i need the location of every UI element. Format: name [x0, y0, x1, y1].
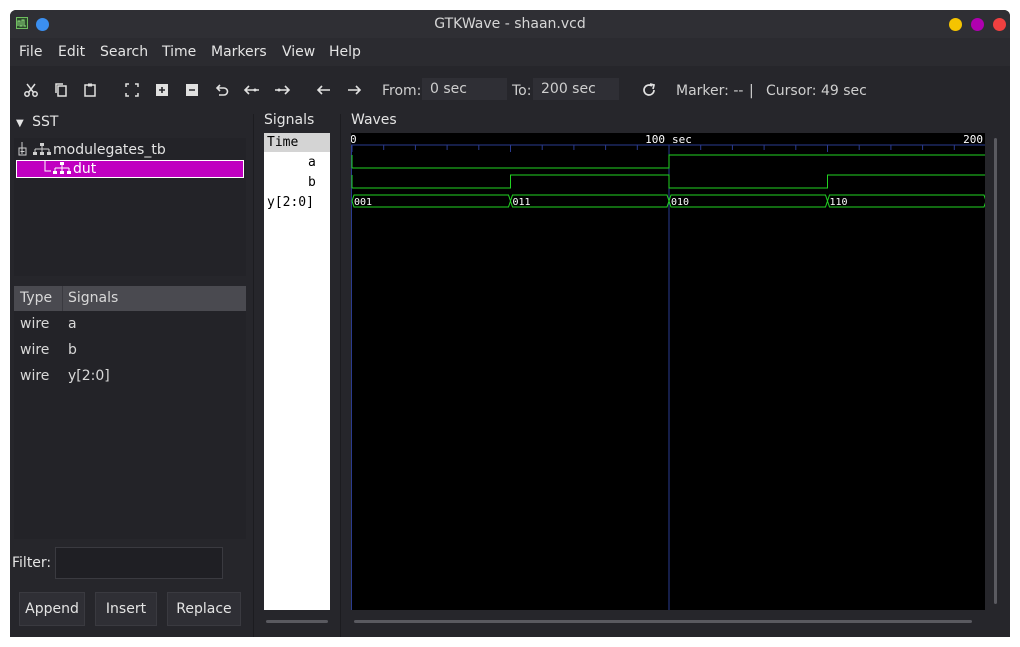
menu-view[interactable]: View	[282, 44, 315, 60]
waveform-canvas[interactable]: 0 100 sec 200 001 011 010 110	[350, 133, 987, 610]
minimize-button[interactable]	[949, 18, 962, 31]
arrow-right-icon[interactable]	[346, 82, 362, 98]
table-header: Type Signals	[14, 286, 246, 311]
bus-value-label: 001	[354, 197, 372, 208]
signals-pane-title: Signals	[264, 112, 315, 128]
bus-segment	[351, 194, 512, 208]
row-type: wire	[20, 316, 50, 332]
zoom-fit-icon[interactable]	[124, 82, 140, 98]
filter-label: Filter:	[12, 555, 52, 571]
zoom-to-start-icon[interactable]	[243, 82, 259, 98]
to-input[interactable]: 200 sec	[533, 78, 619, 100]
trace-b	[352, 174, 986, 189]
signal-name-b[interactable]: b	[308, 175, 316, 190]
sst-tree: modulegates_tb dut	[14, 138, 246, 276]
ruler-label: 100	[645, 133, 665, 146]
undo-icon[interactable]	[214, 82, 230, 98]
signal-type-table: Type Signals wire a wire b wire y[2:0]	[14, 286, 246, 539]
app-window: GTKWave - shaan.vcd File Edit Search Tim…	[10, 10, 1010, 637]
menu-bar: File Edit Search Time Markers View Help	[10, 38, 1010, 66]
sst-expander[interactable]: ▼ SST	[16, 114, 58, 130]
tree-item-label: modulegates_tb	[53, 142, 166, 158]
trace-a	[352, 154, 986, 169]
ruler-label: sec	[672, 133, 692, 146]
bus-segment	[668, 194, 829, 208]
signal-name-y[interactable]: y[2:0]	[267, 195, 314, 210]
maximize-button[interactable]	[971, 18, 984, 31]
menu-search[interactable]: Search	[100, 44, 148, 60]
expander-triangle-icon: ▼	[16, 118, 24, 129]
zoom-in-icon[interactable]	[154, 82, 170, 98]
reload-icon[interactable]	[641, 82, 657, 98]
hierarchy-icon	[44, 161, 71, 174]
row-signal: a	[68, 316, 77, 332]
from-label: From:	[382, 83, 422, 99]
time-ruler	[351, 133, 985, 153]
row-type: wire	[20, 342, 50, 358]
pane-divider[interactable]	[340, 114, 341, 637]
from-input[interactable]: 0 sec	[422, 78, 507, 100]
readout-separator: |	[749, 83, 754, 99]
bus-segment	[509, 194, 670, 208]
row-signal: y[2:0]	[68, 368, 110, 384]
ruler-label: 0	[351, 133, 357, 146]
row-type: wire	[20, 368, 50, 384]
time-label: Time	[267, 135, 299, 150]
sst-title: SST	[32, 114, 59, 130]
menu-file[interactable]: File	[19, 44, 42, 60]
close-button[interactable]	[993, 18, 1006, 31]
filter-input[interactable]	[55, 547, 223, 579]
copy-icon[interactable]	[53, 82, 69, 98]
replace-button[interactable]: Replace	[167, 592, 241, 626]
waves-horizontal-scrollbar[interactable]	[354, 620, 972, 623]
paste-icon[interactable]	[82, 82, 98, 98]
marker-readout: Marker: --	[676, 83, 744, 99]
signals-horizontal-scrollbar[interactable]	[266, 620, 328, 623]
menu-time[interactable]: Time	[162, 44, 196, 60]
append-button[interactable]: Append	[19, 592, 85, 626]
cut-icon[interactable]	[23, 82, 39, 98]
zoom-out-icon[interactable]	[184, 82, 200, 98]
bus-value-label: 011	[513, 197, 531, 208]
tree-item-modulegates-tb[interactable]: modulegates_tb	[14, 141, 246, 159]
pane-divider[interactable]	[253, 114, 254, 637]
table-row[interactable]: wire a	[14, 316, 246, 338]
window-title: GTKWave - shaan.vcd	[434, 16, 586, 32]
menu-help[interactable]: Help	[329, 44, 361, 60]
waves-pane[interactable]: 0 100 sec 200 001 011 010 110	[350, 133, 987, 610]
column-header-signals[interactable]: Signals	[68, 290, 118, 306]
insert-button[interactable]: Insert	[95, 592, 157, 626]
time-header: Time	[264, 133, 330, 152]
title-bar: GTKWave - shaan.vcd	[10, 10, 1010, 38]
bus-value-label: 110	[830, 197, 848, 208]
zoom-to-end-icon[interactable]	[273, 82, 291, 98]
row-signal: b	[68, 342, 77, 358]
tree-item-dut[interactable]: dut	[16, 160, 244, 178]
tree-node-icon	[18, 142, 51, 156]
bus-segment	[826, 194, 987, 208]
toolbar: From: 0 sec To: 200 sec Marker: -- | Cur…	[10, 66, 1010, 114]
bus-value-label: 010	[671, 197, 689, 208]
cursor-readout: Cursor: 49 sec	[766, 83, 867, 99]
to-label: To:	[512, 83, 532, 99]
table-row[interactable]: wire y[2:0]	[14, 368, 246, 390]
signals-pane: Time a b y[2:0]	[264, 133, 330, 610]
tree-item-label: dut	[73, 161, 97, 177]
menu-edit[interactable]: Edit	[58, 44, 85, 60]
ruler-label: 200	[963, 133, 983, 146]
signal-name-a[interactable]: a	[308, 155, 316, 170]
waves-vertical-scrollbar[interactable]	[994, 138, 997, 604]
arrow-left-icon[interactable]	[316, 82, 332, 98]
column-divider	[62, 286, 63, 311]
waves-pane-title: Waves	[351, 112, 397, 128]
column-header-type[interactable]: Type	[20, 290, 52, 306]
table-row[interactable]: wire b	[14, 342, 246, 364]
menu-markers[interactable]: Markers	[211, 44, 267, 60]
